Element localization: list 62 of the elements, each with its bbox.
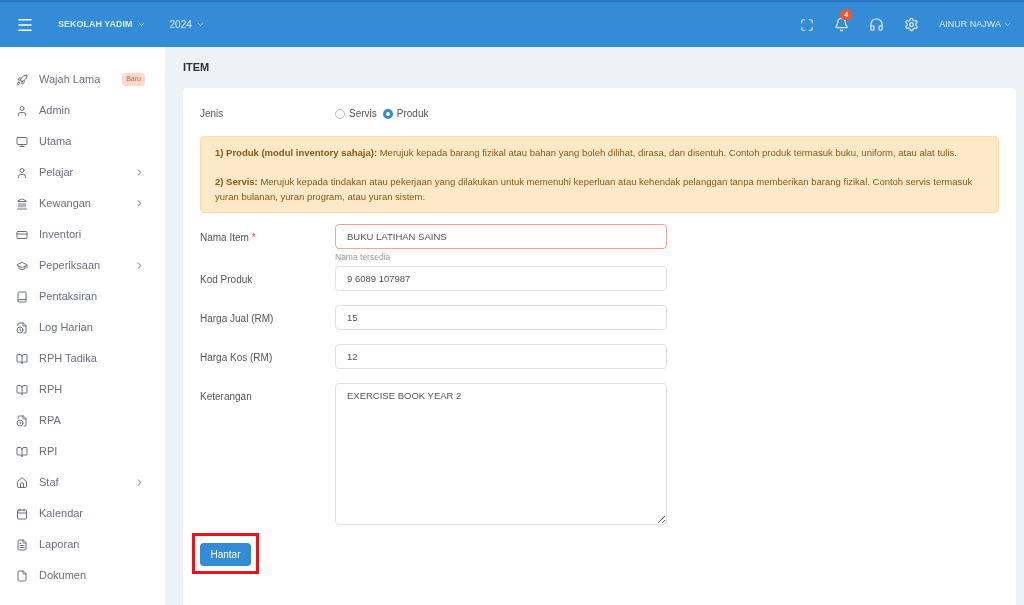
sidebar-item[interactable]: Laporan xyxy=(0,529,165,560)
user-menu[interactable]: AINUR NAJWA xyxy=(939,17,1012,32)
sidebar-item[interactable]: Admin xyxy=(0,95,165,126)
sidebar-item[interactable]: Utama xyxy=(0,126,165,157)
file-icon xyxy=(16,569,28,582)
text-input[interactable]: 9 6089 107987 xyxy=(335,265,667,291)
house-icon xyxy=(16,476,28,489)
info-paragraph: 1) Produk (modul inventory sahaja): Merujuk kepada barang fizikal atau bahan yang boleh dilihat, dirasa, dan disentuh. Contoh produk termasuk buku, uniform, atau alat tulis. xyxy=(215,146,958,160)
radio-option[interactable]: Servis xyxy=(335,106,377,121)
sidebar-item[interactable]: Log Harian xyxy=(0,312,165,343)
open-book-icon xyxy=(16,352,28,365)
sidebar-item[interactable]: RPH Tadika xyxy=(0,343,165,374)
school-dropdown[interactable]: SEKOLAH YADIM xyxy=(58,17,146,32)
sidebar-item[interactable]: RPA xyxy=(0,405,165,436)
sidebar-item[interactable]: Inventori xyxy=(0,219,165,250)
notifications-button[interactable] xyxy=(834,17,850,32)
radio-button[interactable] xyxy=(382,108,393,119)
monitor-icon xyxy=(16,135,28,148)
field-label: Jenis xyxy=(200,107,225,121)
document-icon xyxy=(16,321,28,334)
support-button[interactable] xyxy=(869,17,885,32)
calendar-icon xyxy=(16,507,28,520)
sidebar-item[interactable]: Kewangan xyxy=(0,188,165,219)
caret-icon xyxy=(136,20,146,29)
fullscreen-button[interactable] xyxy=(800,17,815,32)
sidebar-item[interactable]: RPI xyxy=(0,436,165,467)
sidebar-item[interactable]: Staf xyxy=(0,467,165,498)
caret-icon xyxy=(195,20,205,29)
card-icon xyxy=(16,228,28,241)
sidebar-item[interactable]: RPH xyxy=(0,374,165,405)
field-label: Harga Jual (RM) xyxy=(200,311,275,326)
field-label: Keterangan xyxy=(200,389,253,404)
graduation-cap-icon xyxy=(16,259,28,272)
open-book-icon xyxy=(16,383,28,396)
text-input[interactable]: 12 xyxy=(335,343,667,369)
field-label: Harga Kos (RM) xyxy=(200,350,274,365)
description-textarea[interactable]: EXERCISE BOOK YEAR 2 xyxy=(335,382,667,525)
year-dropdown[interactable]: 2024 xyxy=(169,17,205,32)
sidebar-item[interactable]: Pentaksiran xyxy=(0,281,165,312)
info-paragraph: 2) Servis: Merujuk kepada tindakan atau pekerjaan yang dilakukan untuk memenuhi keperluan atau kehendak pelanggan tanpa memberikan barang fizikal. Contoh servis termasuk yuran bulanan, yuran program, atau yuran sistem. xyxy=(215,175,974,204)
bank-icon xyxy=(16,197,28,210)
sidebar-item[interactable]: Peperiksaan xyxy=(0,250,165,281)
text-input[interactable]: BUKU LATIHAN SAINS xyxy=(335,224,667,249)
book-icon xyxy=(16,290,28,303)
page-title: ITEM xyxy=(183,60,211,76)
sidebar-item[interactable]: Kalendar xyxy=(0,498,165,529)
open-book-icon xyxy=(16,445,28,458)
radio-option[interactable]: Produk xyxy=(382,106,429,121)
caret-icon xyxy=(1003,20,1012,29)
submit-button[interactable]: Hantar xyxy=(200,542,251,566)
user-icon xyxy=(16,166,28,179)
rocket-icon xyxy=(16,73,28,86)
help-text: Nama tersedia xyxy=(335,251,392,264)
document-icon xyxy=(16,414,28,427)
text-input[interactable]: 15 xyxy=(335,304,667,330)
user-icon xyxy=(16,104,28,117)
report-icon xyxy=(16,538,28,551)
sidebar-item[interactable]: Pelajar xyxy=(0,157,165,188)
field-label: Kod Produk xyxy=(200,272,254,287)
settings-button[interactable] xyxy=(904,17,920,32)
field-label: Nama Item * xyxy=(200,231,257,245)
sidebar-item[interactable]: Dokumen xyxy=(0,560,165,591)
